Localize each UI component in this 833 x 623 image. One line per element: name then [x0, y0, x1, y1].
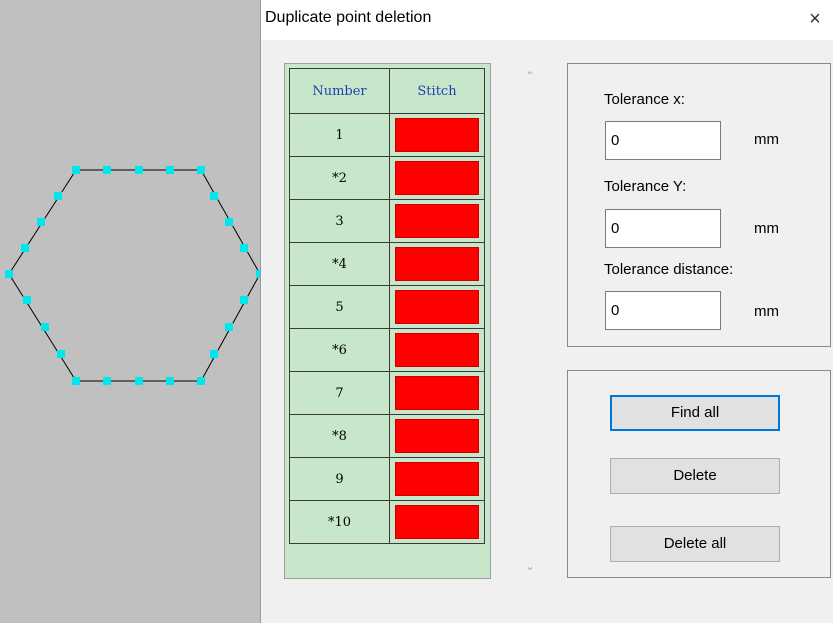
stitch-color-cell[interactable] — [389, 414, 485, 458]
column-header-stitch[interactable]: Stitch — [389, 68, 485, 114]
stitch-color-cell[interactable] — [389, 242, 485, 286]
scroll-up-icon[interactable]: ⌃ — [517, 63, 543, 89]
stitch-color-swatch — [395, 204, 479, 238]
stitch-color-cell[interactable] — [389, 457, 485, 501]
stitch-color-swatch — [395, 247, 479, 281]
stitch-point[interactable] — [225, 218, 233, 226]
stitch-number-cell[interactable]: 7 — [289, 371, 390, 415]
stitch-point[interactable] — [5, 270, 13, 278]
stitch-number-cell[interactable]: 1 — [289, 113, 390, 157]
stitch-color-swatch — [395, 118, 479, 152]
stitch-color-swatch — [395, 505, 479, 539]
table-row[interactable]: 7 — [289, 371, 485, 415]
stitch-number-cell[interactable]: *10 — [289, 500, 390, 544]
stitch-number-cell[interactable]: 9 — [289, 457, 390, 501]
tolerance-y-label: Tolerance Y: — [604, 178, 687, 195]
stitch-color-swatch — [395, 419, 479, 453]
stitch-color-swatch — [395, 290, 479, 324]
stitch-color-cell[interactable] — [389, 113, 485, 157]
stitch-point[interactable] — [54, 192, 62, 200]
actions-group: Find all Delete Delete all — [567, 370, 831, 578]
tolerance-x-label: Tolerance x: — [604, 91, 685, 108]
table-row[interactable]: *6 — [289, 328, 485, 372]
stitch-number-cell[interactable]: *6 — [289, 328, 390, 372]
stitch-point[interactable] — [166, 377, 174, 385]
stitch-point[interactable] — [72, 377, 80, 385]
table-row[interactable]: *10 — [289, 500, 485, 544]
tolerance-x-unit: mm — [754, 131, 779, 148]
stitch-point[interactable] — [197, 377, 205, 385]
tolerance-y-input[interactable] — [605, 209, 721, 248]
table-row[interactable]: 1 — [289, 113, 485, 157]
stitch-color-cell[interactable] — [389, 500, 485, 544]
delete-all-button[interactable]: Delete all — [610, 526, 780, 562]
stitch-number-cell[interactable]: *8 — [289, 414, 390, 458]
stitch-point[interactable] — [240, 296, 248, 304]
stitch-point[interactable] — [225, 323, 233, 331]
dialog-title: Duplicate point deletion — [265, 9, 432, 26]
stitch-color-cell[interactable] — [389, 371, 485, 415]
stitch-color-cell[interactable] — [389, 328, 485, 372]
table-row[interactable]: *2 — [289, 156, 485, 200]
tolerance-distance-label: Tolerance distance: — [604, 261, 734, 278]
table-row[interactable]: 3 — [289, 199, 485, 243]
duplicate-point-dialog: Duplicate point deletion × Number Stitch… — [260, 0, 833, 623]
stitch-number-cell[interactable]: *4 — [289, 242, 390, 286]
stitch-point[interactable] — [23, 296, 31, 304]
design-canvas[interactable] — [0, 0, 260, 623]
stitch-table-panel: Number Stitch 1 *2 3 *4 5 *6 7 *8 9 *10 — [284, 63, 491, 579]
stitch-point[interactable] — [135, 377, 143, 385]
vertical-scrollbar[interactable]: ⌃ ⌄ — [517, 63, 543, 579]
stitch-table: Number Stitch 1 *2 3 *4 5 *6 7 *8 9 *10 — [289, 68, 485, 544]
stitch-point[interactable] — [72, 166, 80, 174]
stitch-point[interactable] — [166, 166, 174, 174]
stitch-color-swatch — [395, 333, 479, 367]
stitch-point[interactable] — [197, 166, 205, 174]
stitch-point[interactable] — [37, 218, 45, 226]
stitch-color-swatch — [395, 376, 479, 410]
table-row[interactable]: *8 — [289, 414, 485, 458]
stitch-number-cell[interactable]: 3 — [289, 199, 390, 243]
tolerance-distance-unit: mm — [754, 303, 779, 320]
title-bar: Duplicate point deletion × — [261, 0, 833, 40]
stitch-point[interactable] — [41, 323, 49, 331]
close-icon[interactable]: × — [802, 6, 828, 32]
tolerance-group: Tolerance x: mm Tolerance Y: mm Toleranc… — [567, 63, 831, 347]
hexagon-shape — [5, 166, 260, 385]
table-header-row: Number Stitch — [289, 68, 485, 114]
stitch-color-cell[interactable] — [389, 199, 485, 243]
tolerance-x-input[interactable] — [605, 121, 721, 160]
stitch-point[interactable] — [103, 377, 111, 385]
stitch-point[interactable] — [57, 350, 65, 358]
stitch-point[interactable] — [210, 192, 218, 200]
find-all-button[interactable]: Find all — [610, 395, 780, 431]
stitch-number-cell[interactable]: 5 — [289, 285, 390, 329]
stitch-color-cell[interactable] — [389, 156, 485, 200]
table-row[interactable]: *4 — [289, 242, 485, 286]
tolerance-y-unit: mm — [754, 220, 779, 237]
stitch-point[interactable] — [21, 244, 29, 252]
tolerance-distance-input[interactable] — [605, 291, 721, 330]
column-header-number[interactable]: Number — [289, 68, 390, 114]
stitch-color-swatch — [395, 462, 479, 496]
stitch-point[interactable] — [103, 166, 111, 174]
table-row[interactable]: 5 — [289, 285, 485, 329]
stitch-point[interactable] — [240, 244, 248, 252]
stitch-color-swatch — [395, 161, 479, 195]
stitch-point[interactable] — [135, 166, 143, 174]
stitch-point[interactable] — [210, 350, 218, 358]
stitch-number-cell[interactable]: *2 — [289, 156, 390, 200]
stitch-color-cell[interactable] — [389, 285, 485, 329]
scroll-down-icon[interactable]: ⌄ — [517, 553, 543, 579]
table-row[interactable]: 9 — [289, 457, 485, 501]
delete-button[interactable]: Delete — [610, 458, 780, 494]
